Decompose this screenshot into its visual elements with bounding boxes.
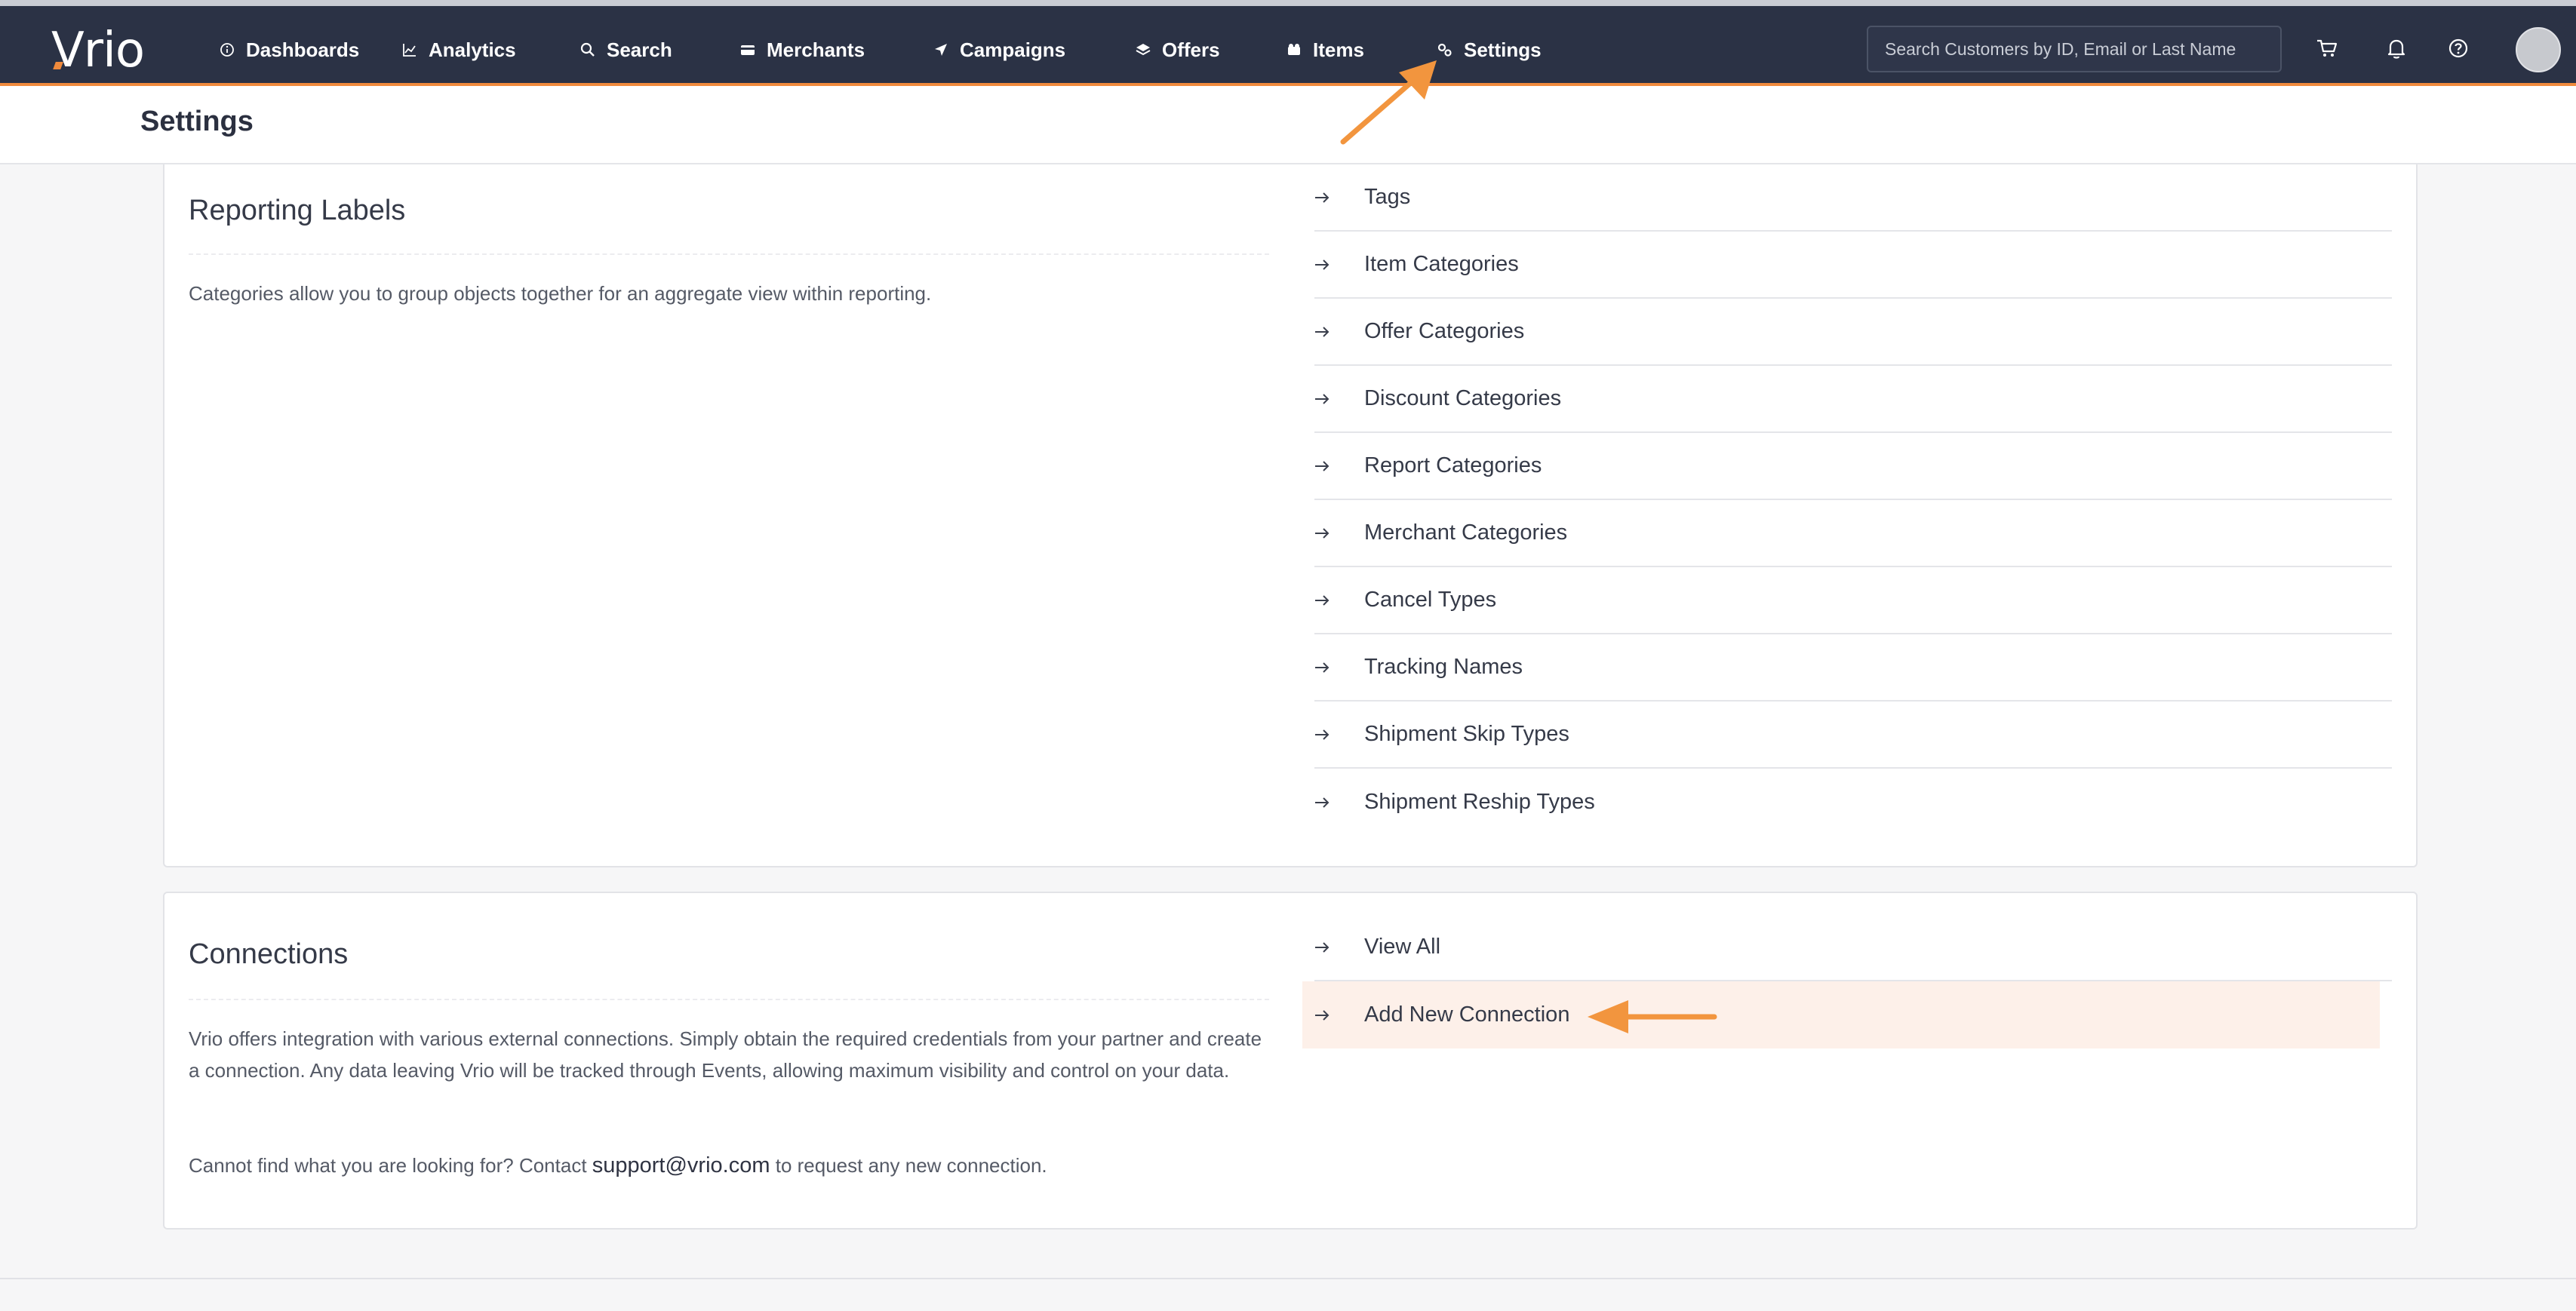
connections-contact-text: Cannot find what you are looking for? Co… [189,1150,1275,1181]
nav-search[interactable]: Search [579,33,672,66]
arrow-right-icon [1314,257,1336,272]
reporting-labels-card: Reporting Labels Categories allow you to… [163,164,2418,867]
cart-icon[interactable] [2313,35,2341,62]
nav-label: Dashboards [246,38,360,61]
link-label: View All [1364,935,1441,959]
reporting-labels-description: Categories allow you to group objects to… [189,282,932,305]
link-label: Item Categories [1364,252,1519,276]
paper-plane-icon [933,41,949,58]
avatar[interactable] [2516,27,2561,72]
arrow-right-icon [1314,526,1336,541]
search-icon [579,41,596,58]
contact-prefix: Cannot find what you are looking for? Co… [189,1154,592,1177]
reporting-labels-link-list: Tags Item Categories Offer Categories Di… [1314,164,2392,836]
support-email-link[interactable]: support@vrio.com [592,1153,770,1177]
nav-label: Offers [1162,38,1220,61]
link-label: Offer Categories [1364,319,1525,343]
nav-label: Items [1313,38,1364,61]
help-circle-icon[interactable] [2445,35,2472,62]
arrow-right-icon [1314,1008,1336,1023]
arrow-right-icon [1314,795,1336,810]
link-view-all[interactable]: View All [1314,914,2392,981]
link-shipment-skip-types[interactable]: Shipment Skip Types [1314,702,2392,769]
gears-icon [1437,41,1453,58]
link-label: Shipment Reship Types [1364,790,1595,814]
link-cancel-types[interactable]: Cancel Types [1314,567,2392,634]
link-label: Merchant Categories [1364,520,1568,545]
arrow-right-icon [1314,727,1336,742]
link-offer-categories[interactable]: Offer Categories [1314,299,2392,366]
nav-campaigns[interactable]: Campaigns [933,33,1065,66]
info-circle-icon [219,41,235,58]
nav-dashboards[interactable]: Dashboards [219,33,359,66]
top-navbar: Vrio Dashboards Analytics Search Merchan… [0,0,2576,89]
connections-card: Connections Vrio offers integration with… [163,892,2418,1230]
reporting-labels-title: Reporting Labels [189,195,406,226]
nav-merchants[interactable]: Merchants [739,33,865,66]
connections-title: Connections [189,938,349,970]
credit-card-icon [739,41,756,58]
link-label: Discount Categories [1364,386,1562,410]
bell-icon[interactable] [2383,35,2410,62]
contact-suffix: to request any new connection. [770,1154,1047,1177]
link-label: Add New Connection [1364,1002,1570,1027]
nav-analytics[interactable]: Analytics [401,33,516,66]
connections-description: Vrio offers integration with various ext… [189,1027,1262,1082]
arrow-right-icon [1314,593,1336,608]
link-label: Shipment Skip Types [1364,722,1569,746]
arrow-right-icon [1314,190,1336,205]
page-header: Settings [0,86,2576,164]
vrio-logo[interactable]: Vrio [51,23,145,78]
layers-icon [1135,41,1151,58]
box-icon [1286,41,1302,58]
arrow-right-icon [1314,391,1336,407]
page-title: Settings [140,106,254,137]
arrow-right-icon [1314,459,1336,474]
customer-search-input[interactable] [1867,26,2282,72]
section-divider [189,999,1269,1000]
link-shipment-reship-types[interactable]: Shipment Reship Types [1314,769,2392,836]
footer-divider [0,1278,2576,1279]
section-divider [189,253,1269,255]
nav-settings[interactable]: Settings [1437,33,1542,66]
link-merchant-categories[interactable]: Merchant Categories [1314,500,2392,567]
nav-label: Search [607,38,672,61]
nav-offers[interactable]: Offers [1135,33,1220,66]
nav-label: Campaigns [960,38,1066,61]
link-tracking-names[interactable]: Tracking Names [1314,634,2392,702]
link-label: Report Categories [1364,453,1542,477]
arrow-right-icon [1314,324,1336,339]
arrow-right-icon [1314,660,1336,675]
line-chart-icon [401,41,418,58]
link-discount-categories[interactable]: Discount Categories [1314,366,2392,433]
nav-label: Settings [1464,38,1542,61]
link-label: Cancel Types [1364,588,1497,612]
link-tags[interactable]: Tags [1314,164,2392,232]
link-item-categories[interactable]: Item Categories [1314,232,2392,299]
arrow-right-icon [1314,940,1336,955]
connections-link-list: View All Add New Connection [1302,914,2392,1048]
nav-items[interactable]: Items [1286,33,1364,66]
nav-label: Analytics [429,38,516,61]
nav-label: Merchants [767,38,865,61]
link-report-categories[interactable]: Report Categories [1314,433,2392,500]
link-add-new-connection[interactable]: Add New Connection [1302,981,2380,1048]
link-label: Tracking Names [1364,655,1523,679]
link-label: Tags [1364,185,1411,209]
